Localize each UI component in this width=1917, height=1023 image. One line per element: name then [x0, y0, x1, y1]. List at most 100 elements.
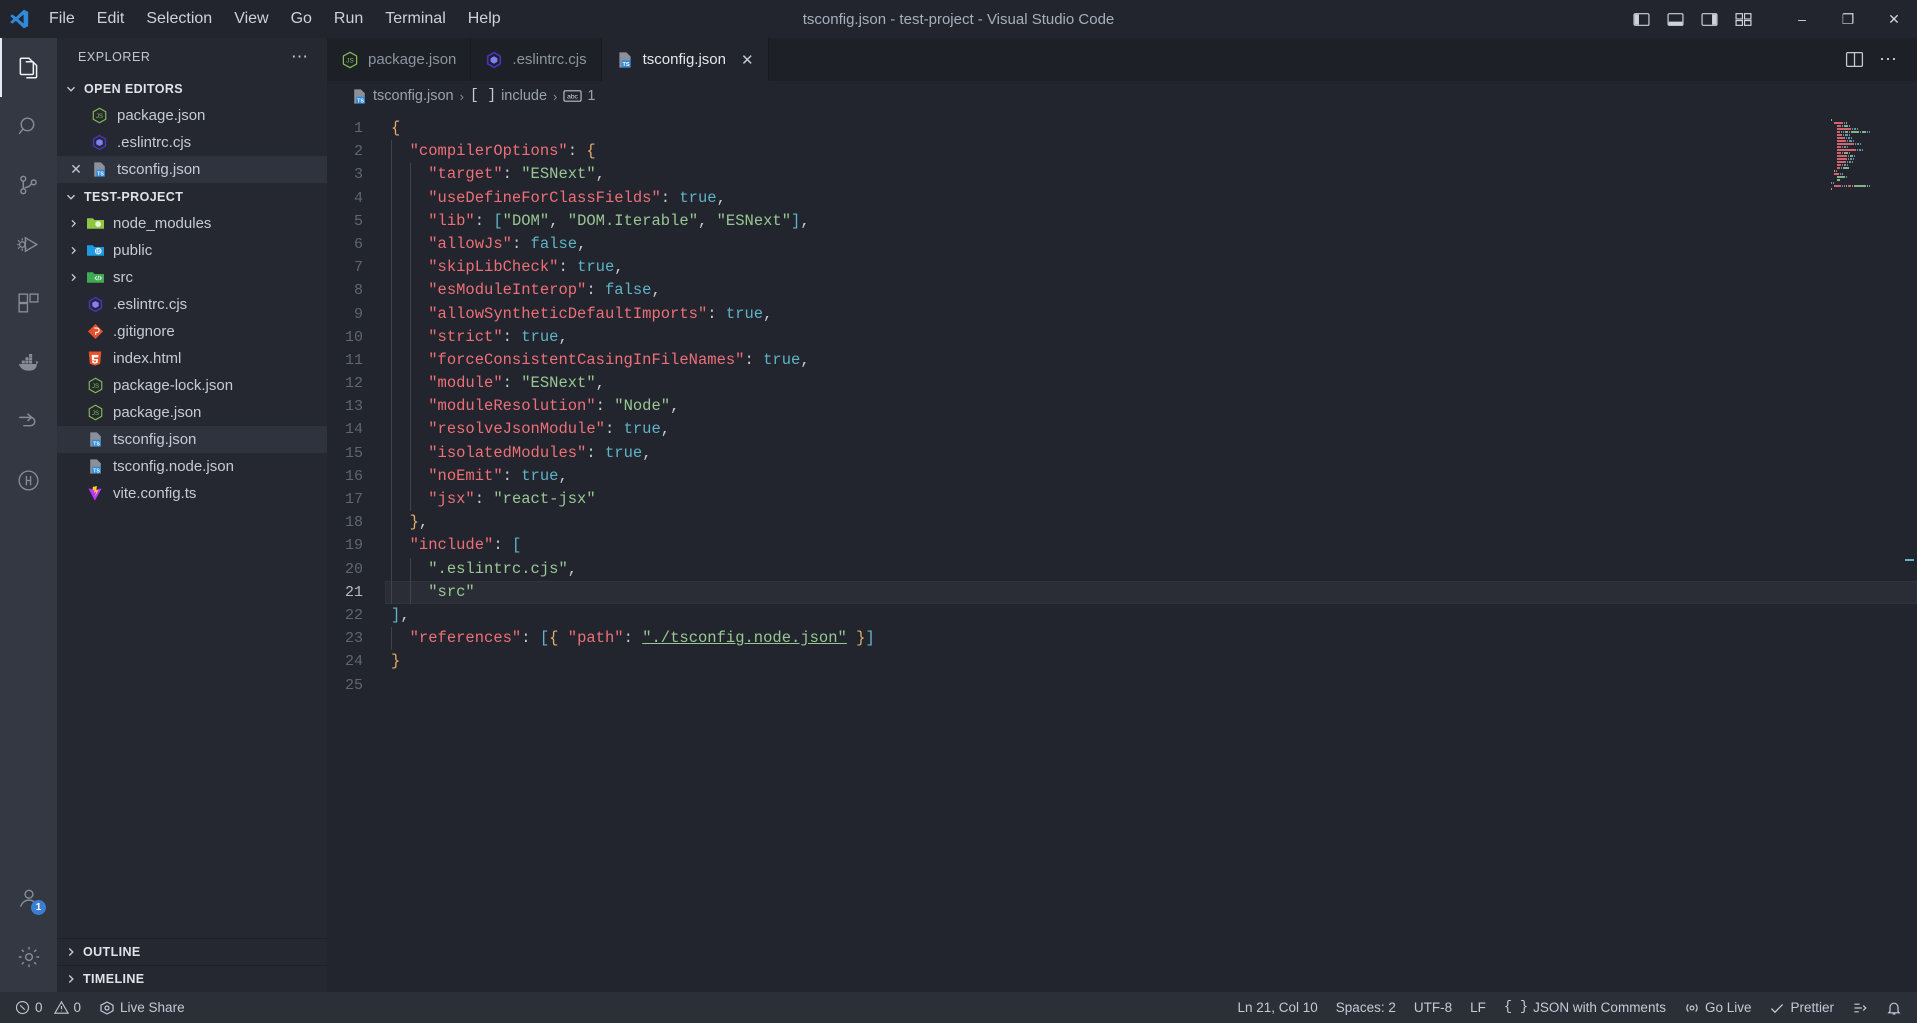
minimap[interactable] — [1831, 119, 1903, 190]
activity-search[interactable] — [0, 97, 57, 156]
code-line[interactable]: "allowSyntheticDefaultImports": true, — [385, 302, 1917, 326]
tree-item-src[interactable]: src — [57, 264, 327, 291]
tree-item-gitignore[interactable]: .gitignore — [57, 318, 327, 345]
toggle-primary-sidebar-icon[interactable] — [1627, 5, 1655, 33]
section-open-editors[interactable]: OPEN EDITORS — [57, 75, 327, 102]
status-cursor-position[interactable]: Ln 21, Col 10 — [1228, 992, 1326, 1023]
line-number: 6 — [353, 235, 363, 253]
split-editor-icon[interactable] — [1839, 45, 1869, 75]
code-line[interactable]: "forceConsistentCasingInFileNames": true… — [385, 348, 1917, 373]
code-line[interactable] — [385, 674, 1917, 697]
menu-go[interactable]: Go — [280, 5, 323, 33]
tree-item-node-modules[interactable]: node_modules — [57, 210, 327, 237]
tree-item-package-json[interactable]: JS package.json — [57, 399, 327, 426]
code-editor[interactable]: 1 2 3 4 5 6 7 8 9 10 11 12 13 14 15 16 17 18 19 20 21 22 23 24 2… — [327, 111, 1917, 992]
activity-accounts[interactable]: 1 — [0, 868, 57, 927]
tab-eslintrc-cjs[interactable]: .eslintrc.cjs — [471, 38, 602, 81]
activity-remote-explorer[interactable] — [0, 392, 57, 451]
tree-item-eslintrc-cjs[interactable]: .eslintrc.cjs — [57, 291, 327, 318]
code-line[interactable]: "jsx": "react-jsx" — [385, 488, 1917, 512]
open-editor-package-json[interactable]: JS package.json — [57, 102, 327, 129]
tab-package-json[interactable]: JS package.json — [327, 38, 472, 81]
section-test-project[interactable]: TEST-PROJECT — [57, 183, 327, 210]
code-line[interactable]: ], — [385, 604, 1917, 627]
code-line[interactable]: "compilerOptions": { — [385, 140, 1917, 164]
tree-item-package-lock-json[interactable]: JS package-lock.json — [57, 372, 327, 399]
minimize-button[interactable]: – — [1779, 0, 1825, 38]
menu-run[interactable]: Run — [323, 5, 374, 33]
close-button[interactable]: ✕ — [1871, 0, 1917, 38]
code-line-text: ".eslintrc.cjs", — [391, 560, 577, 578]
code-line[interactable]: "skipLibCheck": true, — [385, 256, 1917, 280]
tree-item-index-html[interactable]: index.html — [57, 345, 327, 372]
tab-tsconfig-json[interactable]: TS tsconfig.json ✕ — [601, 38, 769, 81]
breadcrumb-include[interactable]: [ ] include — [470, 88, 547, 104]
status-remote-indicator[interactable] — [1843, 992, 1877, 1023]
breadcrumb-file[interactable]: TS tsconfig.json — [351, 88, 454, 105]
menu-selection[interactable]: Selection — [135, 5, 223, 33]
tab-close-icon[interactable]: ✕ — [741, 51, 754, 69]
sidebar-more-actions-icon[interactable]: ⋯ — [285, 47, 315, 67]
code-line[interactable]: "moduleResolution": "Node", — [385, 395, 1917, 419]
tree-item-vite-config-ts[interactable]: vite.config.ts — [57, 480, 327, 507]
status-live-share[interactable]: Live Share — [90, 992, 194, 1023]
code-line[interactable]: "lib": ["DOM", "DOM.Iterable", "ESNext"]… — [385, 209, 1917, 233]
customize-layout-icon[interactable] — [1729, 5, 1757, 33]
open-editor-eslintrc[interactable]: .eslintrc.cjs — [57, 129, 327, 156]
menu-help[interactable]: Help — [457, 5, 512, 33]
code-line[interactable]: } — [385, 650, 1917, 673]
status-encoding[interactable]: UTF-8 — [1405, 992, 1461, 1023]
activity-explorer[interactable] — [0, 38, 57, 97]
toggle-secondary-sidebar-icon[interactable] — [1695, 5, 1723, 33]
code-line[interactable]: "esModuleInterop": false, — [385, 279, 1917, 303]
status-prettier[interactable]: Prettier — [1760, 992, 1843, 1023]
toggle-panel-icon[interactable] — [1661, 5, 1689, 33]
menu-file[interactable]: File — [38, 5, 86, 33]
close-icon[interactable]: ✕ — [65, 161, 87, 178]
menu-bar[interactable]: File Edit Selection View Go Run Terminal… — [38, 5, 512, 33]
tree-item-public[interactable]: public — [57, 237, 327, 264]
code-line[interactable]: { — [385, 117, 1917, 140]
status-notifications[interactable] — [1877, 992, 1911, 1023]
activity-run-debug[interactable] — [0, 215, 57, 274]
maximize-button[interactable]: ❐ — [1825, 0, 1871, 38]
status-language-mode[interactable]: { } JSON with Comments — [1495, 992, 1675, 1023]
menu-view[interactable]: View — [223, 5, 279, 33]
section-timeline[interactable]: TIMELINE — [57, 965, 327, 992]
status-eol[interactable]: LF — [1461, 992, 1495, 1023]
code-line[interactable]: "target": "ESNext", — [385, 163, 1917, 187]
menu-terminal[interactable]: Terminal — [374, 5, 456, 33]
activity-source-control[interactable] — [0, 156, 57, 215]
code-content[interactable]: { "compilerOptions": { "target": "ESNext… — [385, 111, 1917, 992]
activity-docker[interactable] — [0, 333, 57, 392]
code-line[interactable]: "include": [ — [385, 534, 1917, 558]
more-actions-icon[interactable]: ⋯ — [1873, 45, 1903, 75]
code-line[interactable]: "strict": true, — [385, 325, 1917, 349]
code-line[interactable]: "noEmit": true, — [385, 464, 1917, 488]
breadcrumb-index[interactable]: abc 1 — [563, 88, 595, 104]
code-line-text: "noEmit": true, — [391, 467, 568, 485]
minimap-line — [1837, 140, 1903, 142]
tree-item-tsconfig-json[interactable]: TS tsconfig.json — [57, 426, 327, 453]
code-line[interactable]: "resolveJsonModule": true, — [385, 418, 1917, 442]
activity-extensions[interactable] — [0, 274, 57, 333]
menu-edit[interactable]: Edit — [86, 5, 136, 33]
code-line[interactable]: ".eslintrc.cjs", — [385, 557, 1917, 581]
code-line[interactable]: "isolatedModules": true, — [385, 441, 1917, 465]
open-editor-tsconfig-json[interactable]: ✕ TS tsconfig.json — [57, 156, 327, 183]
activity-settings[interactable] — [0, 927, 57, 986]
section-outline[interactable]: OUTLINE — [57, 938, 327, 965]
code-line[interactable]: "references": [{ "path": "./tsconfig.nod… — [385, 627, 1917, 651]
code-line[interactable]: "module": "ESNext", — [385, 372, 1917, 396]
code-line[interactable]: "src" — [385, 580, 1917, 604]
layout-controls[interactable] — [1627, 0, 1757, 38]
code-line[interactable]: }, — [385, 511, 1917, 535]
status-go-live[interactable]: Go Live — [1675, 992, 1761, 1023]
status-indentation[interactable]: Spaces: 2 — [1327, 992, 1405, 1023]
window-controls[interactable]: – ❐ ✕ — [1779, 0, 1917, 38]
code-line[interactable]: "useDefineForClassFields": true, — [385, 186, 1917, 210]
activity-test-explorer[interactable] — [0, 451, 57, 510]
status-problems[interactable]: 0 0 — [6, 992, 90, 1023]
code-line[interactable]: "allowJs": false, — [385, 232, 1917, 257]
tree-item-tsconfig-node-json[interactable]: TS tsconfig.node.json — [57, 453, 327, 480]
